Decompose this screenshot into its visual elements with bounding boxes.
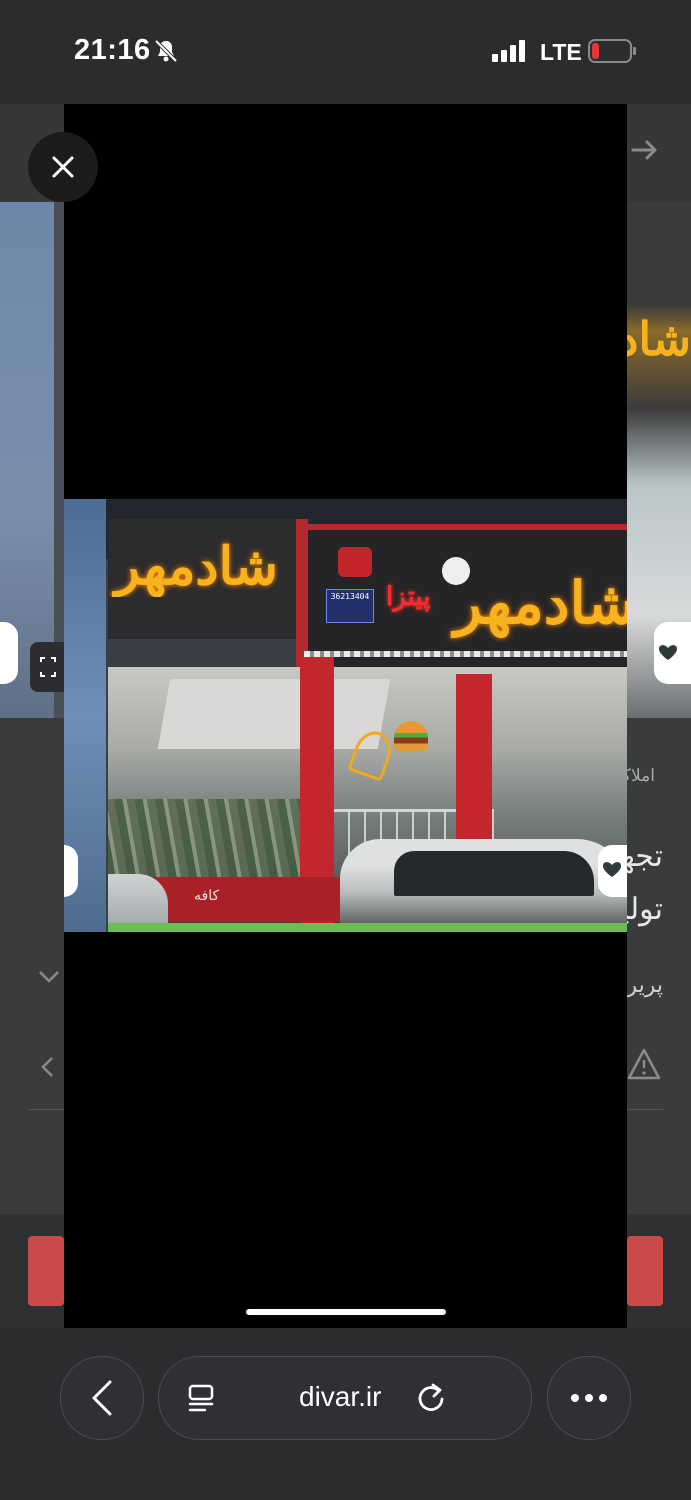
arrow-right-icon[interactable] xyxy=(629,134,661,166)
chevron-down-icon[interactable] xyxy=(38,970,60,984)
image-viewer: شادمهر شادمهر پیتزا 36213404 کافه xyxy=(64,104,627,1328)
chevron-left-icon xyxy=(92,1380,112,1416)
chevron-left-icon[interactable] xyxy=(40,1056,54,1078)
status-bar: 21:16 LTE xyxy=(0,0,691,104)
chat-button[interactable] xyxy=(627,1236,663,1306)
more-button[interactable] xyxy=(547,1356,631,1440)
photo-red-beam xyxy=(296,519,308,669)
url-text: divar.ir xyxy=(299,1381,382,1412)
shop-sign-left: شادمهر xyxy=(114,538,278,596)
shop-sign-main: شادمهر xyxy=(454,571,627,636)
pizza-logo xyxy=(338,547,372,577)
listing-photo[interactable]: شادمهر شادمهر پیتزا 36213404 کافه xyxy=(64,499,627,932)
close-button[interactable] xyxy=(28,132,98,202)
red-column xyxy=(456,674,492,844)
more-icon xyxy=(571,1394,607,1402)
url-bar[interactable]: divar.ir xyxy=(158,1356,532,1440)
plants xyxy=(108,799,308,879)
network-label: LTE xyxy=(540,39,582,65)
car-window xyxy=(394,851,594,896)
browser-toolbar: divar.ir xyxy=(0,1328,691,1500)
shop-phone-sign: 36213404 xyxy=(326,589,374,623)
signal-icon xyxy=(492,40,525,62)
shop-sign-pizza: پیتزا xyxy=(386,581,431,611)
green-strip xyxy=(108,923,627,932)
heart-shape xyxy=(603,862,621,877)
home-indicator[interactable] xyxy=(246,1309,446,1315)
back-button[interactable] xyxy=(60,1356,144,1440)
heart-icon[interactable] xyxy=(654,622,691,684)
status-time: 21:16 xyxy=(74,34,151,66)
close-icon xyxy=(52,156,74,178)
listing-title-line2: تولید xyxy=(627,893,663,926)
photo-lights xyxy=(304,651,627,657)
contact-button[interactable] xyxy=(28,1236,64,1306)
heart-icon xyxy=(64,845,78,897)
expand-glyph xyxy=(40,657,56,677)
reload-icon[interactable] xyxy=(415,1381,447,1413)
bell-slash-icon xyxy=(154,39,178,63)
battery-icon xyxy=(588,39,636,63)
listing-title-line1: تجهیزات xyxy=(627,840,663,873)
heart-shape xyxy=(659,645,677,660)
gallery-sign-text: شادمهر xyxy=(627,313,691,365)
shop-base-label: کافه xyxy=(194,887,220,903)
heart-icon xyxy=(598,845,627,897)
breadcrumb[interactable]: املاک xyxy=(625,766,655,786)
neon-burger-sign xyxy=(394,721,428,751)
listing-date: پریروز xyxy=(627,972,663,997)
expand-icon[interactable] xyxy=(30,642,66,692)
heart-icon[interactable] xyxy=(0,622,18,684)
reader-icon[interactable] xyxy=(187,1383,217,1413)
shop-ceiling xyxy=(157,679,391,749)
warning-icon[interactable] xyxy=(627,1048,661,1080)
